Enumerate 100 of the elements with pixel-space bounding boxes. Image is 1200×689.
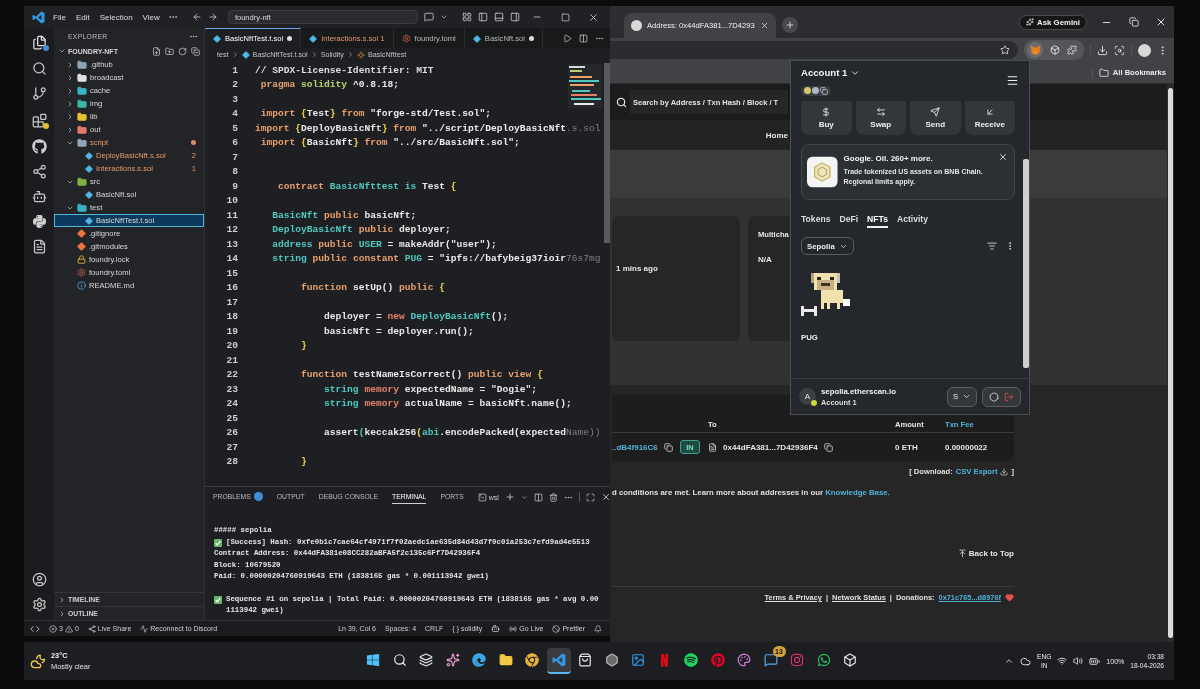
share-icon[interactable] [31, 164, 47, 179]
menu-item[interactable]: File [51, 11, 68, 23]
panel-toggle-icon[interactable] [494, 12, 504, 22]
code-icon[interactable] [30, 623, 40, 634]
document-icon [708, 442, 717, 452]
extension-button[interactable] [1027, 42, 1043, 58]
filter-icon[interactable] [987, 241, 997, 251]
close-icon [760, 21, 769, 30]
task-view-icon [419, 653, 433, 667]
extensions-icon[interactable] [30, 111, 48, 129]
document-icon[interactable] [31, 239, 47, 254]
download-icon[interactable] [1097, 44, 1108, 56]
chevron-up-icon[interactable] [1004, 656, 1015, 666]
maximize-icon[interactable] [560, 12, 570, 22]
restore-icon[interactable] [1128, 17, 1139, 27]
wallet-tab[interactable]: NFTs [867, 214, 888, 228]
close-icon[interactable] [600, 492, 611, 502]
back-to-top-link[interactable]: Back to Top [957, 549, 1014, 558]
cloud-icon[interactable] [1020, 655, 1032, 667]
netflix-icon [658, 653, 671, 667]
close-icon[interactable] [587, 11, 599, 23]
copy-icon[interactable] [823, 442, 833, 452]
collapse-icon[interactable] [191, 46, 200, 56]
cube-icon[interactable] [1050, 45, 1060, 55]
line-number: 1 [231, 64, 238, 76]
new-file-icon[interactable] [152, 46, 161, 56]
wallet-tab[interactable]: Activity [896, 214, 928, 228]
nav-link[interactable]: Home [765, 130, 788, 140]
line-number: 6 [231, 137, 238, 149]
maximize-icon[interactable] [585, 492, 595, 502]
scrollbar[interactable] [1168, 88, 1173, 638]
scrollbar[interactable] [604, 63, 610, 243]
lens-icon[interactable] [1114, 44, 1125, 56]
run-icon[interactable] [563, 33, 572, 43]
split-editor-icon[interactable] [579, 33, 588, 43]
error-icon [49, 624, 57, 633]
action-button[interactable]: Buy [801, 101, 852, 135]
source-control-icon[interactable] [31, 86, 47, 101]
caret-icon[interactable] [520, 493, 528, 501]
line-number: 27 [225, 441, 238, 453]
line-number: 10 [225, 195, 238, 207]
action-button[interactable]: Receive [964, 101, 1015, 135]
copy-icon[interactable] [663, 442, 673, 452]
battery-icon[interactable] [1089, 655, 1101, 667]
line-number: 28 [225, 456, 238, 468]
menu-item[interactable]: Selection [97, 11, 135, 23]
address-chip[interactable] [801, 85, 831, 96]
menu-icon[interactable] [1006, 73, 1019, 87]
new-folder-icon[interactable] [165, 46, 174, 56]
sparkle-icon [1026, 18, 1035, 26]
github-icon[interactable] [31, 139, 47, 154]
line-number: 16 [225, 282, 238, 294]
table-cell: 0x44dFA381...7D42936F4 [723, 442, 818, 452]
chat-icon[interactable] [423, 12, 434, 22]
chevron-right-icon [310, 51, 318, 58]
forward-arrow-icon[interactable] [207, 12, 218, 22]
action-button[interactable]: Send [910, 101, 961, 135]
gear-icon [401, 34, 411, 43]
volume-icon[interactable] [1073, 656, 1084, 666]
puzzle-icon[interactable] [1067, 45, 1077, 55]
wallet-tab[interactable]: DeFi [839, 214, 859, 228]
back-arrow-icon[interactable] [191, 12, 202, 22]
wallet-tab[interactable]: Tokens [801, 214, 831, 228]
python-icon[interactable] [31, 214, 47, 229]
code-line: import {BasicNft} from "../src/BasicNft.sol"; [260, 137, 520, 149]
split-icon[interactable] [533, 492, 543, 502]
trash-icon[interactable] [548, 492, 558, 502]
refresh-icon[interactable] [178, 46, 187, 56]
caret-icon[interactable] [439, 13, 448, 21]
account-icon[interactable] [31, 572, 47, 587]
bot-icon[interactable] [31, 189, 47, 204]
hexagon-icon[interactable] [989, 391, 999, 402]
wifi-icon[interactable] [1057, 656, 1068, 666]
star-icon[interactable] [1000, 45, 1010, 55]
secondary-sidebar-icon[interactable] [510, 12, 520, 22]
account-selector[interactable]: Account 1 [801, 67, 861, 78]
search-icon[interactable] [31, 61, 47, 76]
menu-item[interactable]: View [140, 11, 162, 23]
site-icon [631, 20, 642, 31]
bell-icon[interactable] [594, 624, 602, 633]
settings-icon[interactable] [31, 597, 47, 612]
hexagon-icon [604, 653, 619, 667]
explorer-icon[interactable] [30, 33, 48, 51]
action-button[interactable]: Swap [855, 101, 906, 135]
taskbar-button[interactable] [546, 648, 571, 674]
windows-icon [366, 653, 380, 667]
scrollbar[interactable] [1023, 159, 1029, 368]
menu-item[interactable]: Edit [73, 11, 92, 23]
bot-icon[interactable] [491, 624, 501, 633]
address-link[interactable]: ..dB4f916C6 [612, 442, 658, 452]
sidebar-toggle-icon[interactable] [478, 12, 488, 22]
layout-icon[interactable] [462, 12, 472, 22]
instagram-icon [790, 653, 804, 667]
line-number: 18 [225, 311, 238, 323]
add-icon[interactable] [504, 492, 515, 502]
line-number: 14 [225, 253, 238, 265]
profile-avatar[interactable] [1138, 43, 1151, 57]
new-tab-button[interactable] [782, 17, 798, 33]
close-icon[interactable] [998, 152, 1008, 162]
code-line: contract BasicNfttest is Test { [278, 180, 457, 192]
